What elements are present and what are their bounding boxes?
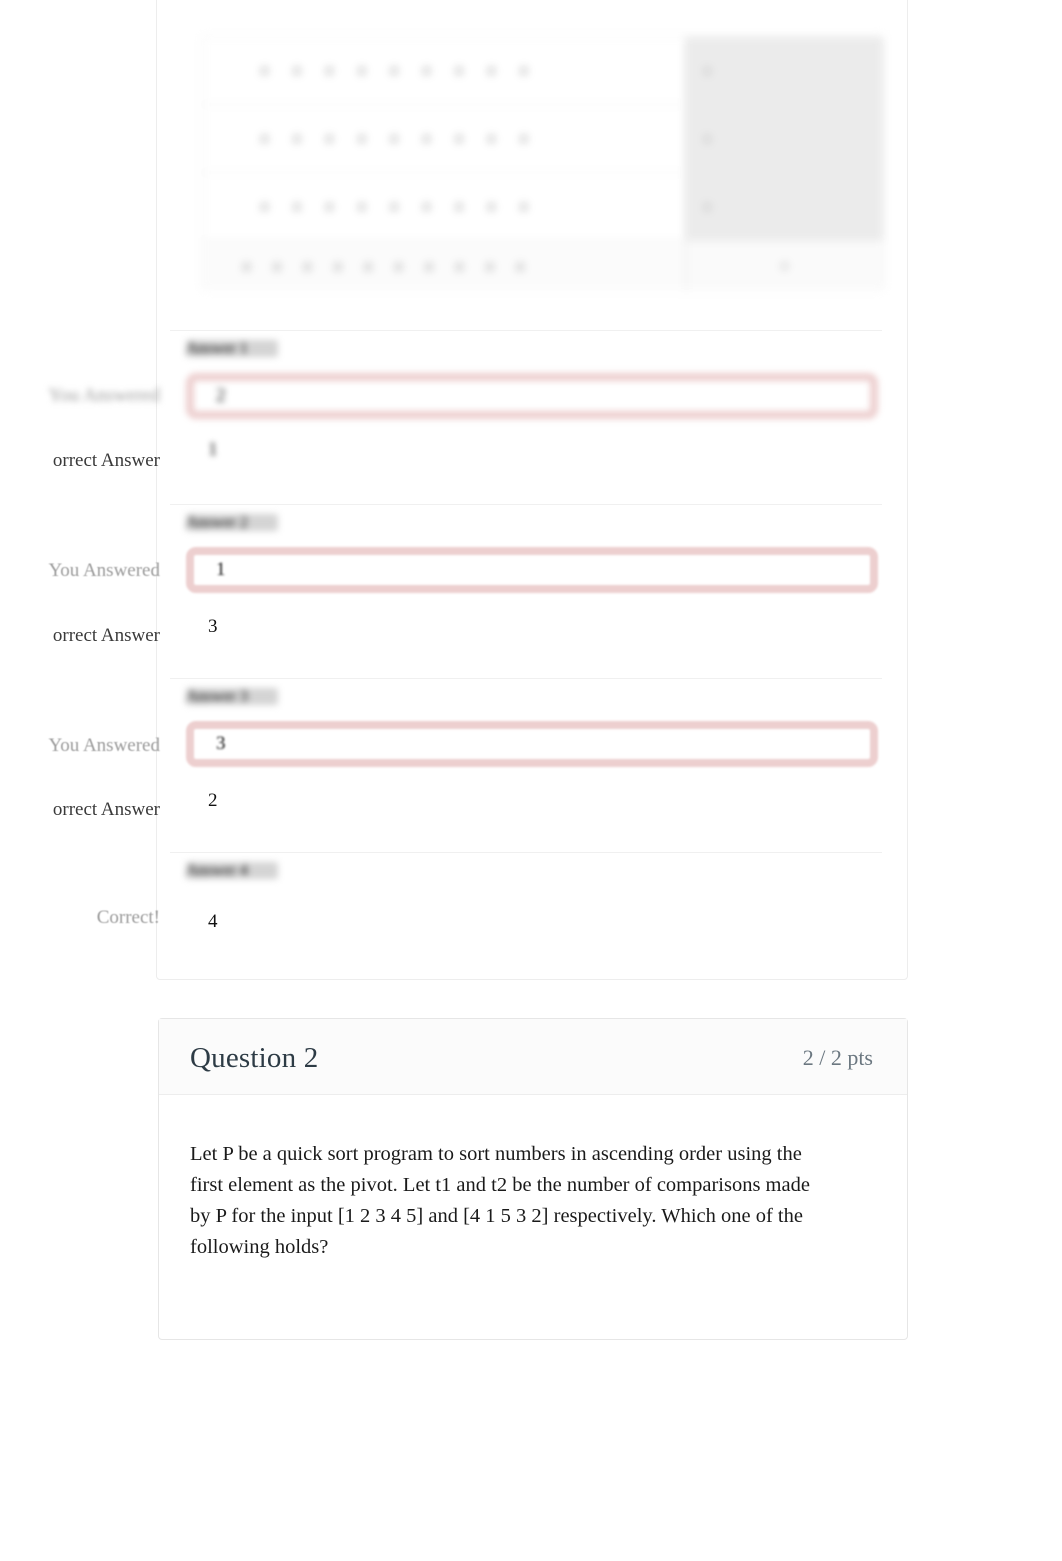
question-2-card: Question 2 2 / 2 pts Let P be a quick so… [158,1018,908,1340]
table-cell-value: a [685,105,883,172]
your-answer-box-1[interactable]: 2 [186,373,878,419]
table-cell-value: a [685,37,883,104]
table-cell-text: a a a a a a a a a a [203,241,685,291]
question-2-body: Let P be a quick sort program to sort nu… [159,1095,907,1263]
question-2-title: Question 2 [190,1042,319,1074]
correct-answer-value-1: 1 [208,439,218,460]
question-2-points: 2 / 2 pts [802,1045,873,1070]
correct-answer-label-3: orrect Answer [52,799,160,820]
table-row: a a a a a a a a a a [203,105,883,173]
answer-divider [170,678,882,679]
your-answer-value-3: 3 [216,733,226,754]
answer-divider [170,330,882,331]
question-1-answer-review-card: a a a a a a a a a a a a a a a a a a a a … [156,0,908,980]
your-answer-box-2[interactable]: 1 [186,547,878,593]
correct-answer-row-2: 3 [186,612,878,642]
your-answer-value-1: 2 [216,385,226,406]
you-answered-label-1: You Answered [48,385,160,406]
answer-tag-2: Answer 2 [186,514,278,531]
answer-tag-1: Answer 1 [186,340,278,357]
answer-tag-4: Answer 4 [186,862,278,879]
your-answer-box-3[interactable]: 3 [186,721,878,767]
question-2-text: Let P be a quick sort program to sort nu… [190,1143,810,1258]
you-answered-label-3: You Answered [48,735,160,756]
table-cell-text: a a a a a a a a a [203,37,685,104]
correct-answer-row-3: 2 [186,786,878,816]
correct-label-4: Correct! [96,907,160,928]
correct-answer-row-1: 1 [186,435,878,465]
table-cell-text: a a a a a a a a a [203,173,685,240]
correct-answer-label-1: orrect Answer [52,450,160,471]
table-cell-text: a a a a a a a a a [203,105,685,172]
table-cell-value: a [685,173,883,240]
table-cell-value: a [685,241,883,291]
table-row: a a a a a a a a a a [203,37,883,105]
correct-answer-row-4: 4 [186,907,878,937]
your-answer-value-2: 1 [216,559,226,580]
answer-tag-3: Answer 3 [186,688,278,705]
you-answered-label-2: You Answered [48,560,160,581]
answer-divider [170,852,882,853]
question-2-header: Question 2 2 / 2 pts [159,1019,907,1095]
correct-answer-label-2: orrect Answer [52,625,160,646]
correct-answer-value-3: 2 [208,790,218,811]
correct-answer-value-4: 4 [208,911,218,932]
answer-divider [170,504,882,505]
table-row: a a a a a a a a a a a [203,241,883,291]
table-row: a a a a a a a a a a [203,173,883,241]
correct-answer-value-2: 3 [208,616,218,637]
answer-matrix-table: a a a a a a a a a a a a a a a a a a a a … [202,36,884,291]
